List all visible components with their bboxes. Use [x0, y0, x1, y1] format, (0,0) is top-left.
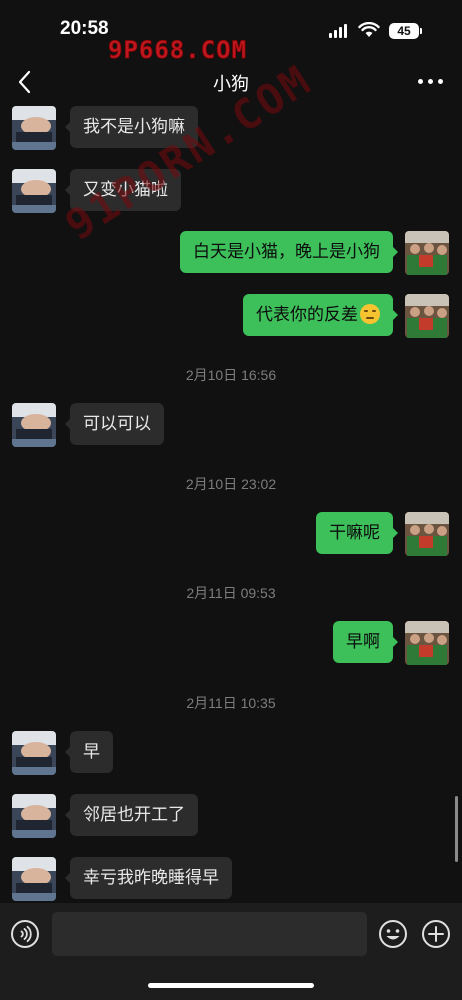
cellular-signal-icon [329, 24, 347, 38]
contact-avatar[interactable] [12, 857, 56, 901]
chat-title: 小狗 [213, 74, 249, 95]
contact-avatar[interactable] [12, 106, 56, 150]
message-bubble[interactable]: 幸亏我昨晚睡得早 [65, 857, 232, 899]
message-text: 代表你的反差 [256, 305, 358, 325]
battery-indicator: 45 [389, 23, 419, 39]
voice-icon[interactable] [11, 920, 39, 948]
smiley-icon[interactable] [378, 919, 408, 949]
message-bubble[interactable]: 邻居也开工了 [65, 794, 198, 836]
nav-bar: 小狗 [0, 60, 462, 104]
contact-avatar[interactable] [12, 794, 56, 838]
watermark-top: 9P668.COM [108, 36, 248, 65]
contact-avatar[interactable] [12, 731, 56, 775]
chat-screen: 20:58 45 9P668.COM 91PORN.COM 小狗 我不是小狗嘛 … [0, 0, 462, 1000]
ellipsis-icon[interactable] [418, 76, 444, 86]
timestamp: 2月10日 23:02 [185, 476, 277, 492]
message-bubble[interactable]: 干嘛呢 [316, 512, 398, 554]
my-avatar[interactable] [405, 512, 449, 556]
my-avatar[interactable] [405, 231, 449, 275]
message-bubble[interactable]: 白天是小猫，晚上是小狗 [180, 231, 398, 273]
wifi-icon [358, 22, 380, 37]
message-bubble[interactable]: 代表你的反差 [243, 294, 398, 336]
battery-tip [420, 28, 422, 34]
message-bubble[interactable]: 又变小猫啦 [65, 169, 181, 211]
message-input[interactable] [52, 912, 367, 956]
timestamp: 2月11日 09:53 [186, 585, 276, 601]
contact-avatar[interactable] [12, 169, 56, 213]
timestamp: 2月11日 10:35 [186, 695, 276, 711]
home-indicator[interactable] [148, 983, 314, 988]
my-avatar[interactable] [405, 294, 449, 338]
plus-icon[interactable] [421, 919, 451, 949]
scrollbar[interactable] [455, 796, 458, 862]
thinking-face-emoji [360, 304, 380, 324]
status-time: 20:58 [60, 18, 109, 39]
message-bubble[interactable]: 我不是小狗嘛 [65, 106, 198, 148]
message-bubble[interactable]: 早 [65, 731, 113, 773]
message-bubble[interactable]: 早啊 [333, 621, 398, 663]
timestamp: 2月10日 16:56 [185, 367, 277, 383]
my-avatar[interactable] [405, 621, 449, 665]
contact-avatar[interactable] [12, 403, 56, 447]
message-bubble[interactable]: 可以可以 [65, 403, 164, 445]
